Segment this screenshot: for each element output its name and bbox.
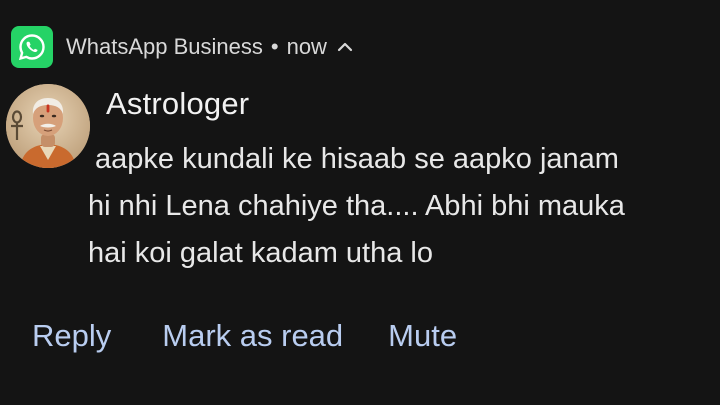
sender-name: Astrologer — [106, 86, 250, 121]
avatar — [6, 84, 90, 168]
header-separator: • — [270, 34, 279, 59]
app-name: WhatsApp Business — [66, 34, 263, 59]
reply-button[interactable]: Reply — [32, 318, 111, 354]
message-line: hi nhi Lena chahiye tha.... Abhi bhi mau… — [88, 190, 625, 222]
notification-card[interactable]: WhatsApp Business • now Astrologer aapke… — [0, 0, 720, 405]
whatsapp-icon — [11, 26, 53, 68]
notification-actions: Reply Mark as read Mute — [32, 318, 457, 354]
chevron-up-icon[interactable] — [336, 38, 354, 56]
message-body: aapke kundali ke hisaab se aapko janam h… — [88, 136, 714, 277]
mark-as-read-button[interactable]: Mark as read — [162, 318, 343, 354]
message-line: hai koi galat kadam utha lo — [88, 237, 433, 269]
message-line: aapke kundali ke hisaab se aapko janam — [95, 143, 619, 175]
notification-header[interactable]: WhatsApp Business • now — [11, 26, 354, 68]
mute-button[interactable]: Mute — [388, 318, 457, 354]
notification-time: now — [286, 34, 327, 59]
